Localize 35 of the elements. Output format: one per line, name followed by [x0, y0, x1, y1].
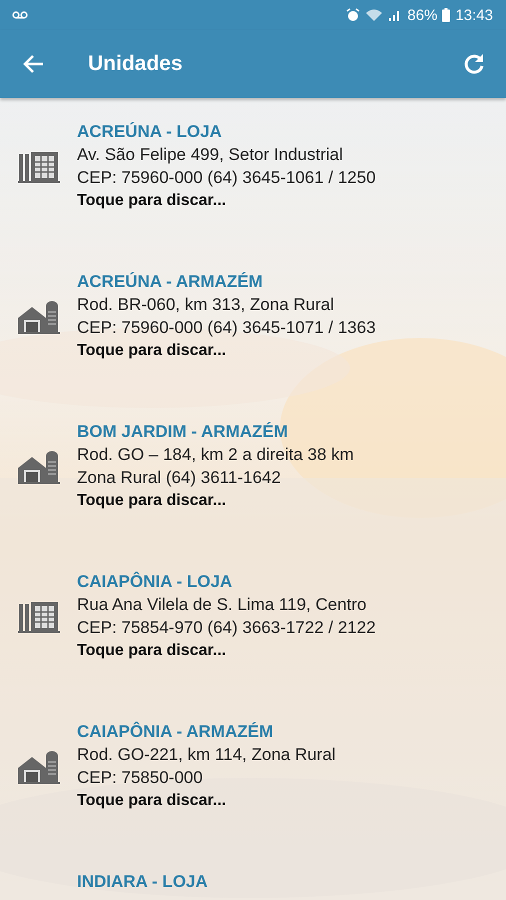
address-line: CEP: 75850-000	[77, 767, 204, 789]
store-building-icon	[18, 601, 60, 633]
warehouse-silo-icon	[18, 750, 60, 784]
unit-name: ACREÚNA - ARMAZÉM	[77, 271, 264, 293]
voicemail-icon	[12, 11, 28, 19]
alarm-icon	[346, 8, 360, 22]
warehouse-silo-icon	[18, 300, 60, 334]
tap-to-call-link[interactable]: Toque para discar...	[77, 789, 336, 812]
refresh-icon	[462, 52, 486, 76]
address-line: Rua Ana Vilela de S. Lima 119, Centro	[77, 594, 368, 616]
unit-name: INDIARA - LOJA	[77, 871, 208, 893]
address-line: Rod. GO-221, km 114, Zona Rural	[77, 744, 336, 766]
unit-name: BOM JARDIM - ARMAZÉM	[77, 421, 289, 443]
address-line: Rod. BR-060, km 313, Zona Rural	[77, 294, 336, 316]
battery-icon	[442, 8, 450, 22]
store-building-icon	[18, 151, 60, 183]
wifi-icon	[365, 8, 384, 22]
back-arrow-icon	[22, 54, 44, 74]
tap-to-call-link[interactable]: Toque para discar...	[77, 189, 376, 212]
address-line: Rod. GO – 184, km 2 a direita 38 km	[77, 444, 354, 466]
unit-name: ACREÚNA - LOJA	[77, 121, 223, 143]
battery-percentage: 86%	[407, 6, 438, 24]
unit-name: CAIAPÔNIA - ARMAZÉM	[77, 720, 274, 743]
address-line: CEP: 75854-970 (64) 3663-1722 / 2122	[77, 617, 376, 639]
warehouse-silo-icon	[18, 450, 60, 484]
unit-name: CAIAPÔNIA - LOJA	[77, 570, 234, 593]
address-line: Zona Rural (64) 3611-1642	[77, 467, 282, 489]
address-line: Av. São Felipe 499, Setor Industrial	[77, 144, 344, 166]
tap-to-call-link[interactable]: Toque para discar...	[77, 339, 376, 362]
screen-title: Unidades	[88, 52, 184, 76]
clock: 13:43	[455, 6, 493, 24]
address-line: CEP: 75960-000 (64) 3645-1061 / 1250	[77, 167, 376, 189]
tap-to-call-link[interactable]: Toque para discar...	[77, 489, 354, 512]
tap-to-call-link[interactable]: Toque para discar...	[77, 639, 376, 662]
address-line: CEP: 75960-000 (64) 3645-1071 / 1363	[77, 317, 376, 339]
